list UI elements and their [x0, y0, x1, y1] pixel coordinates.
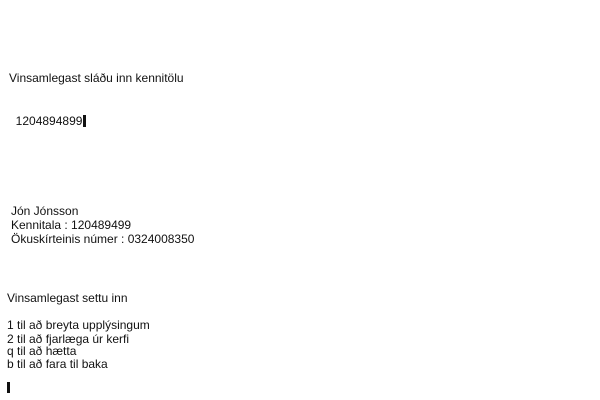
text-cursor — [83, 115, 87, 127]
kennitala-input-line[interactable]: 1204894899 — [9, 100, 87, 128]
kennitala-input-value: 1204894899 — [15, 114, 83, 128]
command-input-cursor[interactable] — [7, 382, 10, 393]
menu-option-edit: 1 til að breyta upplýsingum — [7, 318, 150, 332]
menu-option-quit: q til að hætta — [7, 344, 77, 358]
kennitala-prompt-label: Vinsamlegast sláðu inn kennitölu — [9, 71, 184, 85]
terminal-screen: { "prompt": { "label": "Vinsamlegast slá… — [0, 0, 600, 400]
menu-option-back: b til að fara til baka — [7, 357, 108, 371]
record-name: Jón Jónsson — [11, 204, 79, 218]
menu-heading: Vinsamlegast settu inn — [7, 291, 128, 305]
record-kennitala: Kennitala : 120489499 — [11, 218, 132, 232]
record-license-number: Ökuskírteinis númer : 0324008350 — [11, 232, 195, 246]
